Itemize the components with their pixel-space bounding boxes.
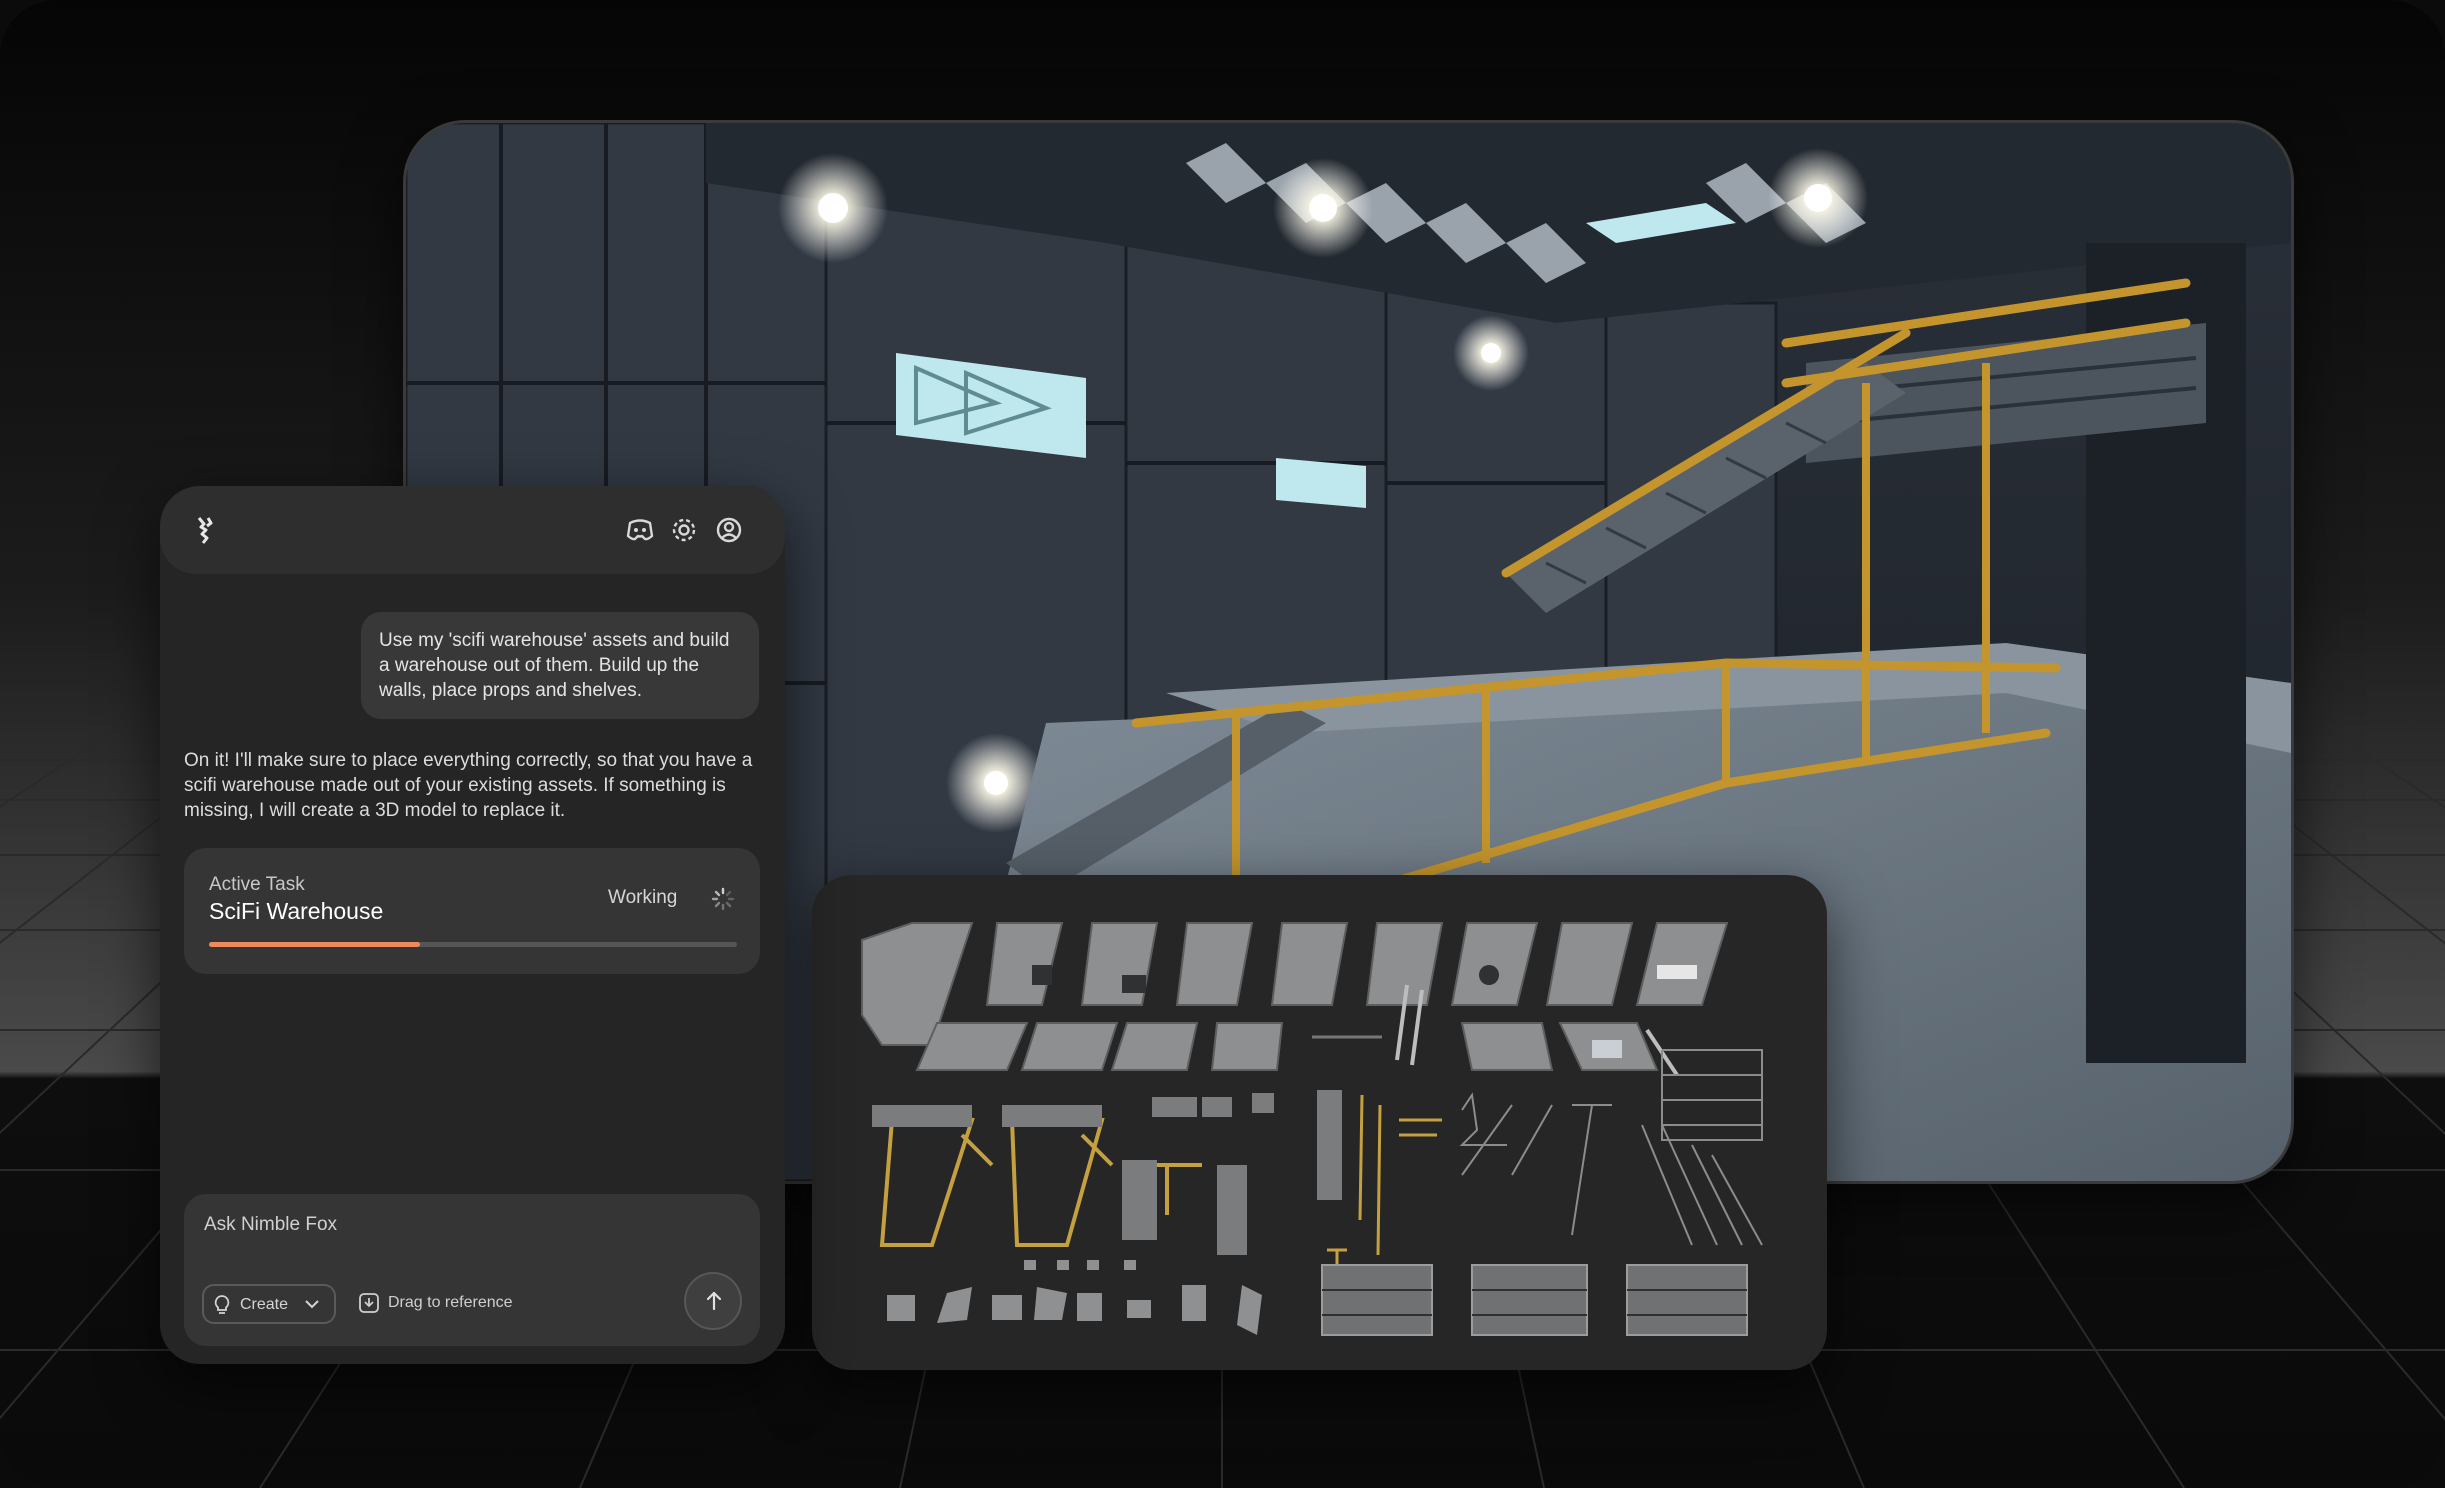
- asset-floor-tile: [1210, 1022, 1284, 1071]
- asset-wall-tile: [1270, 922, 1349, 1006]
- task-progress-fill: [209, 942, 421, 947]
- asset-floor-tile: [915, 1022, 1029, 1071]
- assistant-message: On it! I'll make sure to place everythin…: [184, 750, 753, 821]
- mode-label: Create: [240, 1296, 289, 1313]
- fox-logo-icon[interactable]: [190, 514, 222, 546]
- asset-library-panel[interactable]: [812, 875, 1827, 1370]
- lightbulb-icon: [214, 1295, 230, 1314]
- asset-floor-tile: [1460, 1022, 1554, 1071]
- chevron-down-icon: [305, 1300, 319, 1309]
- asset-floor-tile: [1020, 1022, 1119, 1071]
- mode-dropdown[interactable]: Create: [202, 1284, 336, 1324]
- send-button[interactable]: [684, 1272, 742, 1330]
- active-task-card[interactable]: Active Task SciFi Warehouse Working: [184, 848, 760, 974]
- asset-wall-tile: [1450, 922, 1539, 1006]
- task-progress-bar: [209, 942, 737, 947]
- gear-icon[interactable]: [668, 514, 700, 546]
- asset-wall-tile: [1175, 922, 1254, 1006]
- task-title: SciFi Warehouse: [209, 898, 384, 924]
- arrow-up-icon: [706, 1291, 722, 1311]
- asset-wall-tile: [985, 922, 1064, 1006]
- discord-icon[interactable]: [624, 514, 656, 546]
- asset-thumbnails: [861, 922, 1763, 1336]
- app-canvas: Use my 'scifi warehouse' assets and buil…: [0, 0, 2445, 1488]
- prompt-input[interactable]: Ask Nimble Fox: [204, 1214, 337, 1236]
- asset-floor-tile: [1110, 1022, 1199, 1071]
- attach-label: Drag to reference: [388, 1294, 513, 1311]
- spinner-icon: [711, 887, 735, 911]
- chat-header: [160, 486, 785, 574]
- assistant-chat-panel: Use my 'scifi warehouse' assets and buil…: [160, 486, 785, 1364]
- image-upload-icon: [359, 1293, 379, 1313]
- user-icon[interactable]: [713, 514, 745, 546]
- task-status: Working: [608, 887, 678, 908]
- asset-wall-tile: [1635, 922, 1729, 1006]
- task-label: Active Task: [209, 874, 305, 895]
- user-message: Use my 'scifi warehouse' assets and buil…: [361, 612, 759, 719]
- asset-wall-tile: [1545, 922, 1634, 1006]
- prompt-composer[interactable]: Ask Nimble Fox Create Drag to reference: [184, 1194, 760, 1346]
